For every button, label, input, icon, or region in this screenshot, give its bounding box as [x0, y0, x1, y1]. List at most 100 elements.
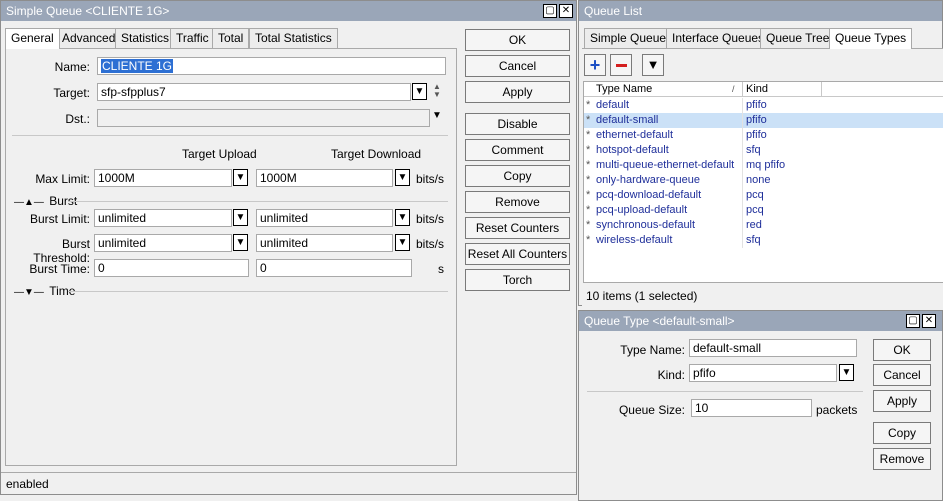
burst-limit-upload-field[interactable]: unlimited: [94, 209, 232, 227]
table-row[interactable]: * synchronous-default red: [584, 218, 943, 233]
max-limit-download-field[interactable]: 1000M: [256, 169, 393, 187]
burst-threshold-unit: bits/s: [416, 237, 445, 251]
kind-dropdown-icon[interactable]: ▼: [839, 364, 854, 381]
apply-button[interactable]: Apply: [873, 390, 931, 412]
column-divider: [742, 82, 743, 97]
reset-counters-button[interactable]: Reset Counters: [465, 217, 570, 239]
row-kind: sfq: [746, 234, 761, 246]
burst-threshold-download-field[interactable]: unlimited: [256, 234, 393, 252]
tab-traffic[interactable]: Traffic: [170, 28, 215, 48]
tab-general[interactable]: General: [5, 28, 60, 49]
tab-total[interactable]: Total: [212, 28, 250, 48]
row-kind: sfq: [746, 144, 761, 156]
plus-icon: +: [589, 55, 601, 75]
burst-threshold-upload-field[interactable]: unlimited: [94, 234, 232, 252]
close-icon[interactable]: ✕: [922, 314, 936, 328]
max-limit-upload-dropdown-icon[interactable]: ▼: [233, 169, 248, 186]
max-limit-upload-field[interactable]: 1000M: [94, 169, 232, 187]
copy-button[interactable]: Copy: [873, 422, 931, 444]
dst-field[interactable]: [97, 109, 430, 127]
table-row[interactable]: * multi-queue-ethernet-default mq pfifo: [584, 158, 943, 173]
tab-bar: General Advanced Statistics Traffic Tota…: [5, 28, 459, 49]
queue-list-titlebar[interactable]: Queue List: [579, 1, 942, 21]
queue-size-field[interactable]: 10: [691, 399, 812, 417]
target-dropdown-icon[interactable]: ▼: [412, 83, 427, 100]
row-mark: *: [586, 114, 591, 126]
separator: [587, 391, 863, 392]
table-row[interactable]: * wireless-default sfq: [584, 233, 943, 248]
table-row[interactable]: * pcq-upload-default pcq: [584, 203, 943, 218]
name-label: Name:: [54, 60, 90, 74]
type-name-field[interactable]: default-small: [689, 339, 857, 357]
tab-total-statistics[interactable]: Total Statistics: [249, 28, 338, 48]
ok-button[interactable]: OK: [873, 339, 931, 361]
target-updown-icon[interactable]: ▲ ▼: [433, 83, 441, 99]
row-kind: pfifo: [746, 114, 767, 126]
type-name-label: Type Name:: [620, 343, 685, 357]
restore-icon[interactable]: ▢: [906, 314, 920, 328]
row-mark: *: [586, 189, 591, 201]
restore-icon[interactable]: ▢: [543, 4, 557, 18]
add-button[interactable]: +: [584, 54, 606, 76]
column-header-type-name[interactable]: Type Name: [596, 82, 652, 97]
remove-item-button[interactable]: [610, 54, 632, 76]
target-download-header: Target Download: [331, 147, 422, 161]
table-row[interactable]: * only-hardware-queue none: [584, 173, 943, 188]
simple-queue-titlebar[interactable]: Simple Queue <CLIENTE 1G>: [1, 1, 576, 21]
tab-statistics[interactable]: Statistics: [115, 28, 176, 48]
status-text: enabled: [6, 477, 49, 491]
table-row[interactable]: * hotspot-default sfq: [584, 143, 943, 158]
row-mark: *: [586, 204, 591, 216]
tab-advanced[interactable]: Advanced: [56, 28, 122, 48]
table-row[interactable]: * pcq-download-default pcq: [584, 188, 943, 203]
comment-button[interactable]: Comment: [465, 139, 570, 161]
tab-interface-queues[interactable]: Interface Queues: [666, 28, 771, 48]
burst-time-download-field[interactable]: 0: [256, 259, 412, 277]
table-row[interactable]: * default pfifo: [584, 98, 943, 113]
dst-dropdown-icon[interactable]: ▼: [432, 110, 442, 121]
burst-threshold-download-dropdown-icon[interactable]: ▼: [395, 234, 410, 251]
disable-button[interactable]: Disable: [465, 113, 570, 135]
torch-button[interactable]: Torch: [465, 269, 570, 291]
reset-all-counters-button[interactable]: Reset All Counters: [465, 243, 570, 265]
max-limit-download-dropdown-icon[interactable]: ▼: [395, 169, 410, 186]
burst-time-upload-field[interactable]: 0: [94, 259, 249, 277]
cancel-button[interactable]: Cancel: [465, 55, 570, 77]
name-field[interactable]: CLIENTE 1G: [97, 57, 446, 75]
burst-limit-download-field[interactable]: unlimited: [256, 209, 393, 227]
burst-limit-download-dropdown-icon[interactable]: ▼: [395, 209, 410, 226]
tab-queue-tree[interactable]: Queue Tree: [760, 28, 836, 48]
burst-separator: [68, 201, 448, 202]
target-field[interactable]: sfp-sfpplus7: [97, 83, 411, 101]
close-icon[interactable]: ✕: [559, 4, 573, 18]
minus-icon: [616, 64, 627, 67]
queue-types-table: Type Name / Kind * default pfifo * default-…: [583, 81, 943, 283]
tab-queue-types[interactable]: Queue Types: [829, 28, 913, 49]
expand-icon: —▼—: [14, 287, 44, 298]
column-divider: [821, 82, 822, 97]
tab-simple-queues[interactable]: Simple Queues: [584, 28, 679, 48]
filter-button[interactable]: ▼: [642, 54, 664, 76]
row-type-name: only-hardware-queue: [596, 174, 700, 186]
table-row[interactable]: * ethernet-default pfifo: [584, 128, 943, 143]
burst-threshold-upload-dropdown-icon[interactable]: ▼: [233, 234, 248, 251]
kind-field[interactable]: pfifo: [689, 364, 837, 382]
table-row-selected[interactable]: * default-small pfifo: [584, 113, 943, 128]
queue-list-tabs: Simple Queues Interface Queues Queue Tre…: [584, 28, 939, 49]
cancel-button[interactable]: Cancel: [873, 364, 931, 386]
copy-button[interactable]: Copy: [465, 165, 570, 187]
remove-button[interactable]: Remove: [873, 448, 931, 470]
row-type-name: pcq-upload-default: [596, 204, 688, 216]
queue-type-titlebar[interactable]: Queue Type <default-small>: [579, 311, 942, 331]
row-mark: *: [586, 159, 591, 171]
row-kind: mq pfifo: [746, 159, 786, 171]
burst-limit-upload-dropdown-icon[interactable]: ▼: [233, 209, 248, 226]
queue-size-label: Queue Size:: [618, 403, 685, 417]
target-upload-header: Target Upload: [182, 147, 257, 161]
ok-button[interactable]: OK: [465, 29, 570, 51]
queue-list-panel: + ▼ Type Name / Kind * default pfifo * defa…: [582, 48, 943, 306]
simple-queue-window: Simple Queue <CLIENTE 1G> ▢ ✕ General Ad…: [0, 0, 577, 495]
remove-button[interactable]: Remove: [465, 191, 570, 213]
column-header-kind[interactable]: Kind: [746, 82, 768, 97]
apply-button[interactable]: Apply: [465, 81, 570, 103]
